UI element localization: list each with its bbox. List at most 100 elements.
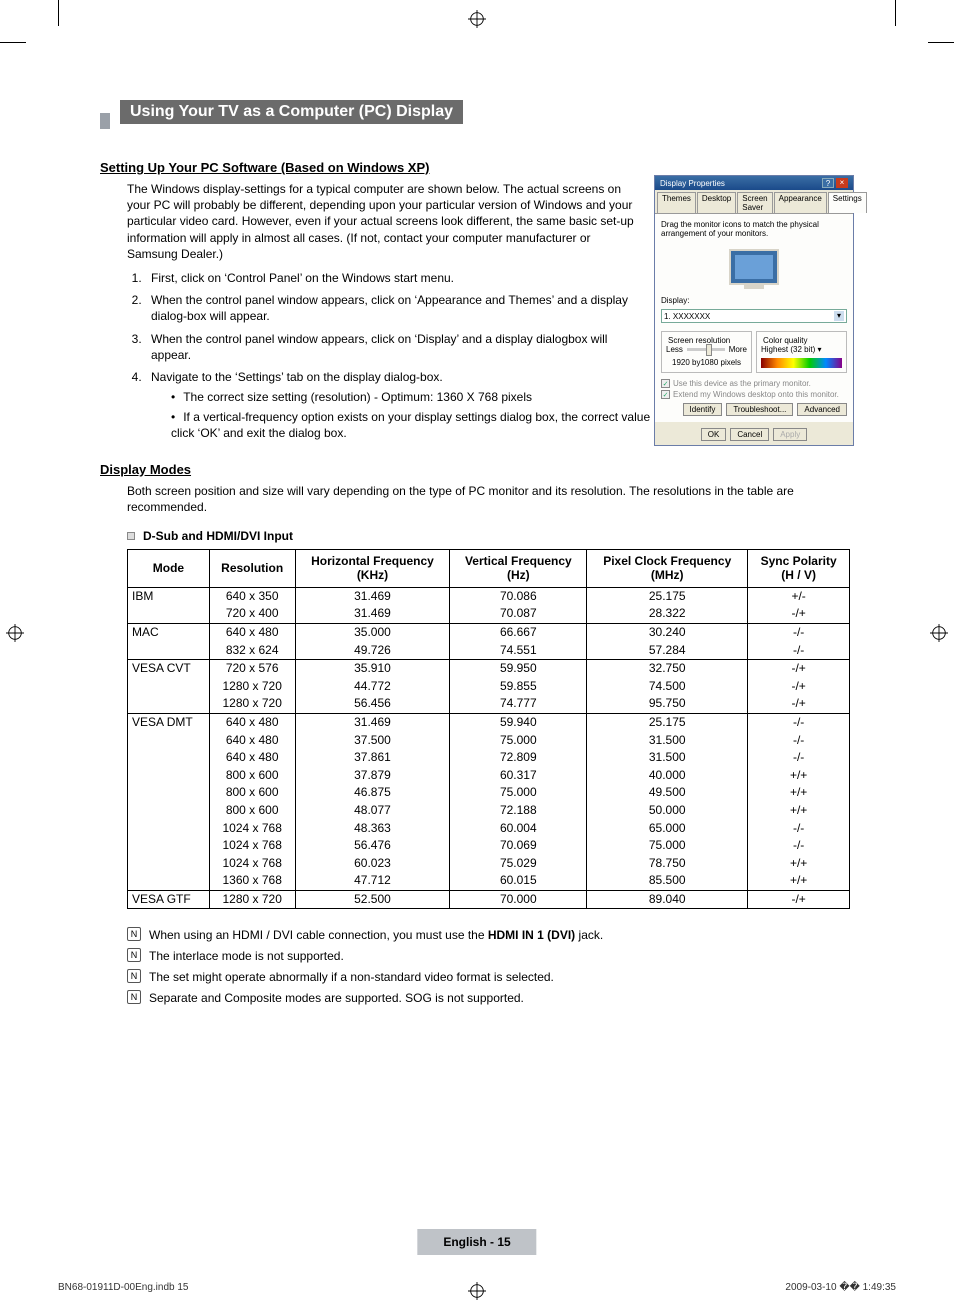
table-row: 1024 x 76848.36360.00465.000-/- [128, 820, 850, 838]
help-button[interactable]: ? [822, 178, 834, 188]
monitor-icon[interactable] [729, 249, 779, 285]
tab-appearance[interactable]: Appearance [774, 192, 827, 213]
td-sync: -/+ [748, 695, 850, 713]
note-line: NThe set might operate abnormally if a n… [127, 969, 850, 986]
screen-res-title: Screen resolution [666, 336, 732, 345]
table-row: 720 x 40031.46970.08728.322-/+ [128, 605, 850, 623]
res-less: Less [666, 345, 683, 354]
display-properties-dialog: Display Properties ? × Themes Desktop Sc… [654, 175, 854, 446]
th-vfreq: Vertical Frequency(Hz) [450, 550, 587, 588]
th-mode: Mode [128, 550, 210, 588]
td-vfreq: 59.855 [450, 678, 587, 696]
td-vfreq: 75.000 [450, 784, 587, 802]
table-row: 640 x 48037.50075.00031.500-/- [128, 732, 850, 750]
td-mode: IBM [128, 587, 210, 605]
td-sync: -/- [748, 642, 850, 660]
td-resolution: 832 x 624 [209, 642, 295, 660]
td-pclk: 89.040 [587, 890, 748, 909]
td-sync: -/- [748, 732, 850, 750]
td-vfreq: 59.950 [450, 660, 587, 678]
td-resolution: 800 x 600 [209, 767, 295, 785]
td-pclk: 28.322 [587, 605, 748, 623]
note-text: The interlace mode is not supported. [149, 948, 344, 965]
td-pclk: 57.284 [587, 642, 748, 660]
tab-desktop[interactable]: Desktop [697, 192, 736, 213]
dialog-hint: Drag the monitor icons to match the phys… [661, 220, 847, 238]
td-hfreq: 37.879 [295, 767, 450, 785]
step-text: When the control panel window appears, c… [151, 293, 628, 323]
display-value: 1. XXXXXXX [664, 312, 710, 321]
crop-mark [0, 42, 26, 43]
resolution-slider[interactable] [687, 348, 725, 351]
table-row: 800 x 60037.87960.31740.000+/+ [128, 767, 850, 785]
footer-filename: BN68-01911D-00Eng.indb 15 [58, 1282, 188, 1293]
cancel-button[interactable]: Cancel [730, 428, 769, 441]
section-header-bar: Using Your TV as a Computer (PC) Display [100, 100, 850, 142]
troubleshoot-button[interactable]: Troubleshoot... [726, 403, 793, 416]
square-bullet-icon [127, 532, 135, 540]
dialog-titlebar: Display Properties ? × [655, 176, 853, 190]
td-hfreq: 49.726 [295, 642, 450, 660]
step-3: When the control panel window appears, c… [145, 331, 640, 363]
td-vfreq: 66.667 [450, 623, 587, 641]
td-resolution: 800 x 600 [209, 802, 295, 820]
tab-settings[interactable]: Settings [828, 192, 867, 213]
step-2: When the control panel window appears, c… [145, 292, 640, 324]
td-mode [128, 642, 210, 660]
note-icon: N [127, 990, 141, 1004]
ok-button[interactable]: OK [701, 428, 727, 441]
chevron-down-icon: ▾ [834, 311, 844, 321]
td-pclk: 65.000 [587, 820, 748, 838]
page-number: English - 15 [417, 1229, 536, 1255]
registration-mark-right [930, 624, 948, 642]
td-vfreq: 60.004 [450, 820, 587, 838]
td-vfreq: 75.000 [450, 732, 587, 750]
td-sync: -/+ [748, 605, 850, 623]
table-row: VESA GTF1280 x 72052.50070.00089.040-/+ [128, 890, 850, 909]
table-row: 1280 x 72056.45674.77795.750-/+ [128, 695, 850, 713]
td-resolution: 640 x 480 [209, 713, 295, 731]
td-sync: -/+ [748, 678, 850, 696]
td-mode [128, 732, 210, 750]
notes-block: NWhen using an HDMI / DVI cable connecti… [127, 927, 850, 1006]
table-row: IBM640 x 35031.46970.08625.175+/- [128, 587, 850, 605]
check1-text: Use this device as the primary monitor. [673, 379, 811, 388]
advanced-button[interactable]: Advanced [797, 403, 847, 416]
td-sync: +/+ [748, 855, 850, 873]
registration-mark-left [6, 624, 24, 642]
tab-screensaver[interactable]: Screen Saver [737, 192, 772, 213]
dialog-tabs: Themes Desktop Screen Saver Appearance S… [655, 190, 853, 214]
td-hfreq: 60.023 [295, 855, 450, 873]
apply-button[interactable]: Apply [773, 428, 807, 441]
identify-button[interactable]: Identify [683, 403, 723, 416]
td-hfreq: 37.500 [295, 732, 450, 750]
color-quality-dropdown[interactable]: Highest (32 bit) ▾ [761, 345, 842, 354]
tab-themes[interactable]: Themes [657, 192, 696, 213]
table-row: 800 x 60046.87575.00049.500+/+ [128, 784, 850, 802]
close-button[interactable]: × [836, 178, 848, 188]
td-vfreq: 75.029 [450, 855, 587, 873]
td-sync: -/- [748, 713, 850, 731]
td-pclk: 31.500 [587, 749, 748, 767]
td-mode: MAC [128, 623, 210, 641]
td-sync: +/+ [748, 802, 850, 820]
td-pclk: 25.175 [587, 587, 748, 605]
crop-mark [928, 42, 954, 43]
color-quality-group: Color quality Highest (32 bit) ▾ [756, 331, 847, 373]
display-dropdown[interactable]: 1. XXXXXXX ▾ [661, 309, 847, 323]
table-row: MAC640 x 48035.00066.66730.240-/- [128, 623, 850, 641]
section-header: Using Your TV as a Computer (PC) Display [120, 100, 463, 124]
td-resolution: 1024 x 768 [209, 837, 295, 855]
td-vfreq: 70.069 [450, 837, 587, 855]
td-mode [128, 802, 210, 820]
td-hfreq: 52.500 [295, 890, 450, 909]
extend-desktop-check[interactable]: ✓Extend my Windows desktop onto this mon… [661, 390, 847, 399]
table-row: 1024 x 76856.47670.06975.000-/- [128, 837, 850, 855]
table-row: VESA CVT720 x 57635.91059.95032.750-/+ [128, 660, 850, 678]
check2-text: Extend my Windows desktop onto this moni… [673, 390, 839, 399]
registration-mark-bottom [468, 1282, 486, 1300]
td-hfreq: 31.469 [295, 587, 450, 605]
td-vfreq: 70.087 [450, 605, 587, 623]
primary-monitor-check[interactable]: ✓Use this device as the primary monitor. [661, 379, 847, 388]
td-vfreq: 70.086 [450, 587, 587, 605]
